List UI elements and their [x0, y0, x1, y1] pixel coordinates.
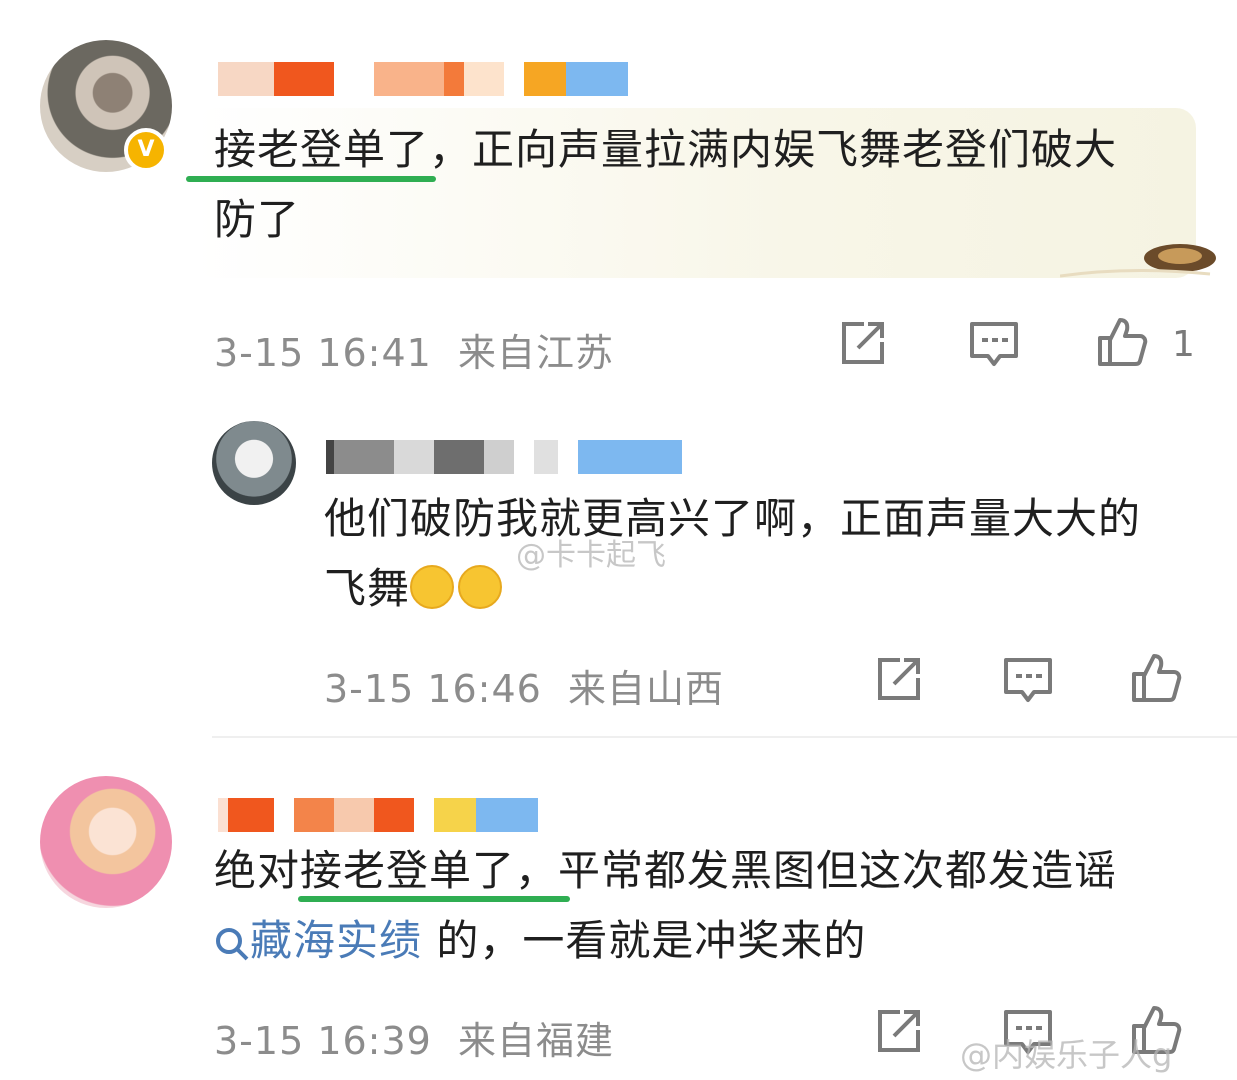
timestamp: 3-15 16:39	[214, 1019, 432, 1063]
thumbs-up-icon[interactable]	[1130, 652, 1182, 704]
reply-text: 他们破防我就更高兴了啊，正面声量大大的 飞舞	[324, 494, 1142, 613]
smirk-emoji-icon	[410, 565, 455, 609]
share-icon[interactable]	[872, 654, 924, 706]
timestamp: 3-15 16:41	[214, 331, 432, 375]
comment-icon[interactable]	[968, 318, 1020, 370]
highlight-underline	[186, 176, 436, 182]
underlined-phrase: 接老登单了，	[300, 846, 559, 895]
timestamp: 3-15 16:46	[324, 667, 542, 711]
watermark-center: @卡卡起飞	[516, 538, 666, 573]
divider	[212, 736, 1237, 738]
avatar[interactable]	[212, 421, 296, 505]
avatar[interactable]	[40, 776, 172, 908]
verified-badge: V	[124, 128, 168, 172]
comment-icon[interactable]	[1002, 654, 1054, 706]
comment-meta: 3-15 16:46 来自山西	[324, 658, 724, 713]
username-censored[interactable]	[218, 62, 628, 96]
smile-emoji-icon	[458, 565, 503, 609]
comment-text: 接老登单了，正向声量拉满内娱飞舞老登们破大 防了	[214, 125, 1118, 244]
share-icon[interactable]	[872, 1006, 924, 1058]
location: 来自福建	[458, 1019, 615, 1063]
watermark-bottom-right: @内娱乐子人g	[960, 1036, 1173, 1074]
underlined-phrase: 接老登单了	[214, 125, 430, 174]
comment-meta: 3-15 16:41 来自江苏	[214, 322, 614, 377]
search-link[interactable]: 藏海实绩	[214, 916, 422, 965]
comment-meta: 3-15 16:39 来自福建	[214, 1010, 614, 1065]
location: 来自山西	[568, 667, 725, 711]
share-icon[interactable]	[836, 318, 888, 370]
search-icon	[216, 927, 249, 960]
like-count: 1	[1172, 324, 1195, 365]
username-censored[interactable]	[218, 798, 538, 832]
thumbs-up-icon[interactable]	[1096, 316, 1148, 368]
username-censored[interactable]	[326, 440, 682, 474]
location: 来自江苏	[458, 331, 615, 375]
comment-text: 绝对接老登单了，平常都发黑图但这次都发造谣 藏海实绩 的，一看就是冲奖来的	[214, 846, 1118, 965]
highlight-underline	[298, 896, 570, 902]
